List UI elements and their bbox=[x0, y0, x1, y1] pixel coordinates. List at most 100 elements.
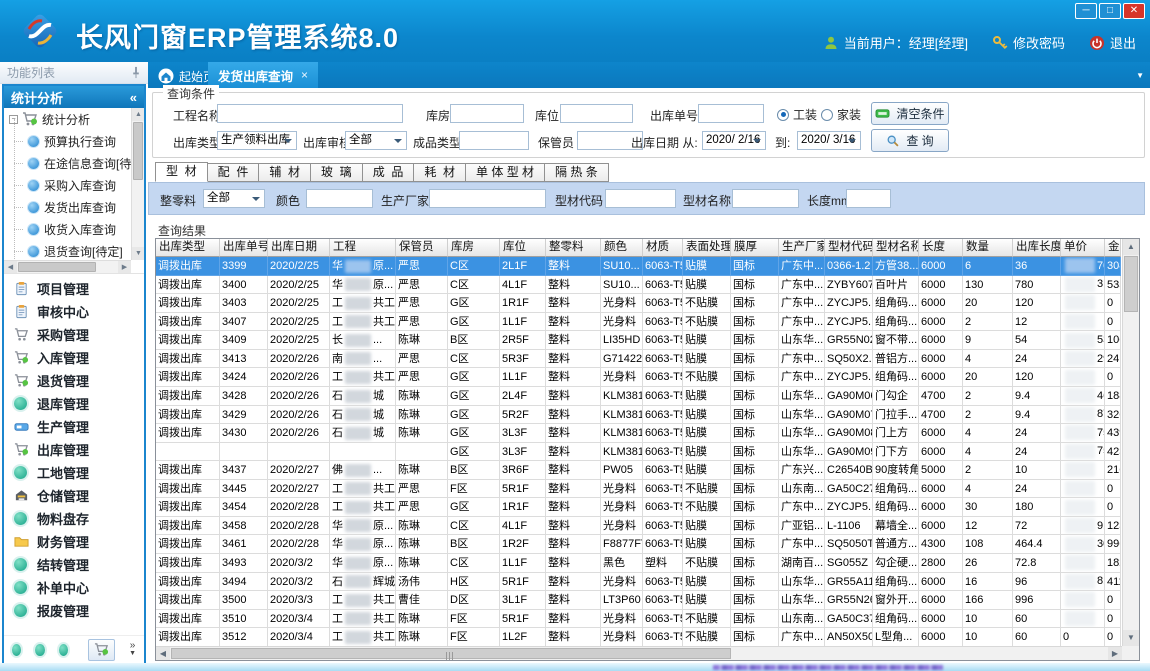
table-row[interactable]: 调拨出库33992020/2/25华原...严思C区2L1F整料SU10...6… bbox=[156, 257, 1122, 276]
table-row[interactable]: 调拨出库34942020/3/2石辉城汤伟H区5R1F整料光身料6063-T5贴… bbox=[156, 573, 1122, 592]
column-header[interactable]: 膜厚 bbox=[731, 239, 779, 257]
grid-horizontal-scrollbar[interactable]: ◀ ▶ bbox=[156, 646, 1122, 660]
grid-vertical-scrollbar[interactable]: ▲ ▼ bbox=[1122, 239, 1139, 646]
tree-hscroll-thumb[interactable] bbox=[18, 262, 96, 272]
table-row[interactable]: 调拨出库34292020/2/26石城陈琳G区5R2F整料KLM38176063… bbox=[156, 406, 1122, 425]
tree-item[interactable]: 收货入库查询 bbox=[4, 218, 131, 240]
column-header[interactable]: 生产厂家 bbox=[779, 239, 825, 257]
date-from-picker[interactable]: 2020/ 2/16 bbox=[702, 131, 766, 150]
table-row[interactable]: 调拨出库35122020/3/4工共工程陈琳F区1L2F整料光身料6063-T5… bbox=[156, 628, 1122, 646]
column-header[interactable]: 工程 bbox=[330, 239, 396, 257]
sidebar-menu-item[interactable]: 结转管理 bbox=[4, 553, 144, 576]
sidebar-menu-item[interactable]: 工地管理 bbox=[4, 461, 144, 484]
profile-name-input[interactable] bbox=[732, 189, 799, 208]
material-tab[interactable]: 玻 璃 bbox=[311, 163, 363, 182]
order-no-input[interactable] bbox=[698, 104, 764, 123]
tree-vertical-scrollbar[interactable]: ▲ ▼ bbox=[131, 108, 144, 260]
column-header[interactable]: 颜色 bbox=[601, 239, 643, 257]
column-header[interactable]: 材质 bbox=[643, 239, 683, 257]
column-header[interactable]: 表面处理 bbox=[683, 239, 731, 257]
column-header[interactable]: 出库单号 bbox=[220, 239, 268, 257]
column-header[interactable]: 出库日期 bbox=[268, 239, 330, 257]
table-row[interactable]: 调拨出库34452020/2/27工共工程严思F区5R1F整料光身料6063-T… bbox=[156, 480, 1122, 499]
column-header[interactable]: 保管员 bbox=[396, 239, 448, 257]
table-row[interactable]: 调拨出库35102020/3/4工共工程陈琳F区5R1F整料光身料6063-T5… bbox=[156, 610, 1122, 629]
close-button[interactable]: ✕ bbox=[1123, 3, 1145, 19]
scroll-right-icon[interactable]: ▶ bbox=[1108, 647, 1122, 660]
audit-select[interactable]: 全部 bbox=[345, 131, 407, 150]
scroll-down-icon[interactable]: ▼ bbox=[1123, 630, 1139, 646]
tree-item[interactable]: 退货查询[待定] bbox=[4, 240, 131, 260]
date-to-picker[interactable]: 2020/ 3/16 bbox=[797, 131, 861, 150]
table-row[interactable]: 调拨出库34092020/2/25长...陈琳B区2R5F整料LI35HD606… bbox=[156, 331, 1122, 350]
scroll-left-icon[interactable]: ◀ bbox=[156, 647, 170, 660]
sidebar-menu-item[interactable]: 退库管理 bbox=[4, 392, 144, 415]
tree-item[interactable]: 在途信息查询[待定] bbox=[4, 152, 131, 174]
footer-dot-icon[interactable] bbox=[12, 644, 21, 656]
profile-code-input[interactable] bbox=[605, 189, 676, 208]
sidebar-menu-item[interactable]: 仓储管理 bbox=[4, 484, 144, 507]
table-row[interactable]: 调拨出库34302020/2/26石城陈琳G区3L3F整料KLM38176063… bbox=[156, 424, 1122, 443]
column-header[interactable]: 出库类型 bbox=[156, 239, 220, 257]
warehouse-input[interactable] bbox=[450, 104, 524, 123]
logout-button[interactable]: 退出 bbox=[1089, 33, 1136, 52]
sidebar-menu-item[interactable]: 报废管理 bbox=[4, 599, 144, 622]
change-password-button[interactable]: 修改密码 bbox=[992, 33, 1065, 52]
pin-icon[interactable] bbox=[131, 66, 141, 79]
tab-shipping-query[interactable]: 发货出库查询 × bbox=[208, 62, 318, 88]
sidebar-menu-item[interactable]: 入库管理 bbox=[4, 346, 144, 369]
sidebar-menu-item[interactable]: 补单中心 bbox=[4, 576, 144, 599]
table-row[interactable]: 调拨出库34032020/2/25工共工程严思G区1R1F整料光身料6063-T… bbox=[156, 294, 1122, 313]
radio-off-icon[interactable] bbox=[821, 109, 833, 121]
table-row[interactable]: 调拨出库34542020/2/28工共工程严思G区1R1F整料光身料6063-T… bbox=[156, 498, 1122, 517]
grid-vscroll-thumb[interactable] bbox=[1124, 256, 1138, 312]
maximize-button[interactable]: □ bbox=[1099, 3, 1121, 19]
material-tab[interactable]: 辅 材 bbox=[259, 163, 311, 182]
scroll-up-icon[interactable]: ▲ bbox=[1123, 239, 1139, 255]
material-tab[interactable]: 配 件 bbox=[208, 163, 260, 182]
tab-overflow-icon[interactable]: ▼ bbox=[1136, 71, 1144, 80]
material-tab[interactable]: 隔 热 条 bbox=[545, 163, 609, 182]
table-row[interactable]: 调拨出库35002020/3/3工共工程曹佳D区3L1F整料LT3P606063… bbox=[156, 591, 1122, 610]
tree-item[interactable]: 发货出库查询 bbox=[4, 196, 131, 218]
tree-item[interactable]: 预算执行查询 bbox=[4, 130, 131, 152]
tree-vscroll-thumb[interactable] bbox=[133, 122, 143, 180]
footer-more-button[interactable]: » ▼ bbox=[129, 642, 136, 658]
table-row[interactable]: 调拨出库34072020/2/25工共工程严思G区1L1F整料光身料6063-T… bbox=[156, 313, 1122, 332]
material-tab[interactable]: 型 材 bbox=[155, 162, 208, 182]
radio-home-decor[interactable]: 家装 bbox=[821, 106, 861, 123]
column-header[interactable]: 数量 bbox=[963, 239, 1013, 257]
sidebar-menu-item[interactable]: 项目管理 bbox=[4, 277, 144, 300]
column-header[interactable]: 整零料 bbox=[546, 239, 601, 257]
column-header[interactable]: 长度 bbox=[919, 239, 963, 257]
table-row[interactable]: 调拨出库34932020/3/2华原...陈琳C区1L1F整料黑色塑料不贴膜国标… bbox=[156, 554, 1122, 573]
outbound-type-select[interactable]: 生产领料出库 bbox=[217, 131, 297, 150]
scroll-up-icon[interactable]: ▲ bbox=[132, 108, 144, 121]
manufacturer-input[interactable] bbox=[429, 189, 546, 208]
length-input[interactable] bbox=[846, 189, 891, 208]
color-input[interactable] bbox=[306, 189, 373, 208]
column-header[interactable]: 出库长度 bbox=[1013, 239, 1061, 257]
column-header[interactable]: 单价 bbox=[1061, 239, 1105, 257]
column-header[interactable]: 库房 bbox=[448, 239, 500, 257]
clear-conditions-button[interactable]: 清空条件 bbox=[871, 102, 949, 125]
search-button[interactable]: 查 询 bbox=[871, 129, 949, 152]
sidebar-menu-item[interactable]: 审核中心 bbox=[4, 300, 144, 323]
footer-dot-icon[interactable] bbox=[35, 644, 44, 656]
scroll-down-icon[interactable]: ▼ bbox=[132, 247, 144, 260]
sidebar-menu-item[interactable]: 物料盘存 bbox=[4, 507, 144, 530]
column-header[interactable]: 型材名称 bbox=[873, 239, 919, 257]
sidebar-menu-item[interactable]: 财务管理 bbox=[4, 530, 144, 553]
footer-cart-button[interactable] bbox=[88, 639, 115, 661]
sidebar-menu-item[interactable]: 退货管理 bbox=[4, 369, 144, 392]
radio-work-clothes[interactable]: 工装 bbox=[777, 106, 817, 123]
sidebar-menu-item[interactable]: 采购管理 bbox=[4, 323, 144, 346]
sidebar-menu-item[interactable]: 生产管理 bbox=[4, 415, 144, 438]
table-row[interactable]: 调拨出库34002020/2/25华原...严思C区4L1F整料SU10...6… bbox=[156, 276, 1122, 295]
collapse-icon[interactable]: « bbox=[130, 90, 137, 105]
tab-close-icon[interactable]: × bbox=[301, 68, 308, 82]
sidebar-section-header[interactable]: 统计分析 « bbox=[4, 86, 144, 108]
table-row[interactable]: 调拨出库34372020/2/27佛...陈琳B区3R6F整料PW056063-… bbox=[156, 461, 1122, 480]
table-row[interactable]: 调拨出库34242020/2/26工共工程严思G区1L1F整料光身料6063-T… bbox=[156, 368, 1122, 387]
column-header[interactable]: 金 bbox=[1105, 239, 1121, 257]
